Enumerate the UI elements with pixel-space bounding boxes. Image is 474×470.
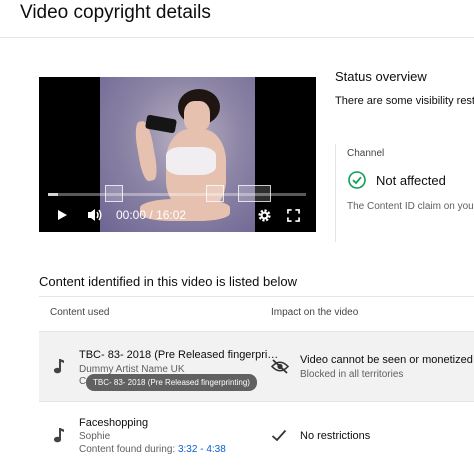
settings-button[interactable] bbox=[254, 205, 274, 225]
figure-top bbox=[166, 147, 216, 175]
check-circle-icon bbox=[348, 171, 366, 189]
match-marker[interactable] bbox=[238, 185, 271, 202]
content-title[interactable]: TBC- 83- 2018 (Pre Released fingerpri… bbox=[79, 349, 278, 361]
status-overview-title: Status overview bbox=[335, 69, 427, 84]
fullscreen-icon bbox=[286, 208, 300, 222]
match-marker[interactable] bbox=[105, 185, 123, 202]
content-list-title: Content identified in this video is list… bbox=[39, 274, 297, 289]
title-tooltip: TBC- 83- 2018 (Pre Released fingerprinti… bbox=[86, 374, 257, 391]
eye-off-icon bbox=[271, 359, 289, 374]
volume-icon bbox=[88, 209, 102, 221]
impact-subtext: Blocked in all territories bbox=[300, 369, 404, 380]
status-overview-text: There are some visibility restri affecte… bbox=[335, 95, 474, 107]
content-found: Content found during: 3:32 - 4:38 bbox=[79, 444, 226, 455]
content-found-range-link[interactable]: 3:32 - 4:38 bbox=[178, 444, 226, 455]
impact-text: No restrictions bbox=[300, 430, 371, 442]
time-current: 00:00 bbox=[116, 208, 147, 222]
page-title: Video copyright details bbox=[20, 2, 211, 23]
content-title[interactable]: Faceshopping bbox=[79, 417, 148, 429]
table-row[interactable]: TBC- 83- 2018 (Pre Released fingerpri… D… bbox=[39, 332, 474, 402]
time-display: 00:00 / 16:02 bbox=[116, 208, 186, 222]
impact-text: Video cannot be seen or monetized bbox=[300, 354, 473, 366]
check-icon bbox=[271, 429, 287, 442]
channel-status: Not affected bbox=[376, 173, 446, 188]
music-note-icon bbox=[53, 359, 64, 374]
page-header: Video copyright details bbox=[0, 0, 474, 38]
settings-icon bbox=[257, 208, 271, 222]
play-icon bbox=[58, 210, 67, 220]
channel-note: The Content ID claim on your video doesn… bbox=[347, 201, 473, 212]
volume-button[interactable] bbox=[84, 205, 106, 225]
figure-face bbox=[184, 101, 210, 131]
match-marker[interactable] bbox=[206, 185, 224, 202]
content-artist: Sophie bbox=[79, 431, 111, 442]
content-found-label: Content found during: bbox=[79, 444, 176, 455]
video-player[interactable]: 00:00 / 16:02 bbox=[39, 77, 316, 232]
play-button[interactable] bbox=[53, 205, 71, 225]
time-separator: / bbox=[149, 208, 153, 222]
column-impact: Impact on the video bbox=[271, 307, 359, 318]
progress-fill bbox=[48, 193, 59, 196]
column-content-used: Content used bbox=[50, 307, 110, 318]
fullscreen-button[interactable] bbox=[283, 205, 303, 225]
channel-card: Channel Not affected The Content ID clai… bbox=[335, 144, 474, 242]
channel-label: Channel bbox=[347, 148, 385, 159]
table-header: Content used Impact on the video bbox=[39, 296, 474, 332]
music-note-icon bbox=[53, 428, 64, 443]
time-total: 16:02 bbox=[156, 208, 187, 222]
table-row[interactable]: Faceshopping Sophie Content found during… bbox=[39, 402, 474, 470]
